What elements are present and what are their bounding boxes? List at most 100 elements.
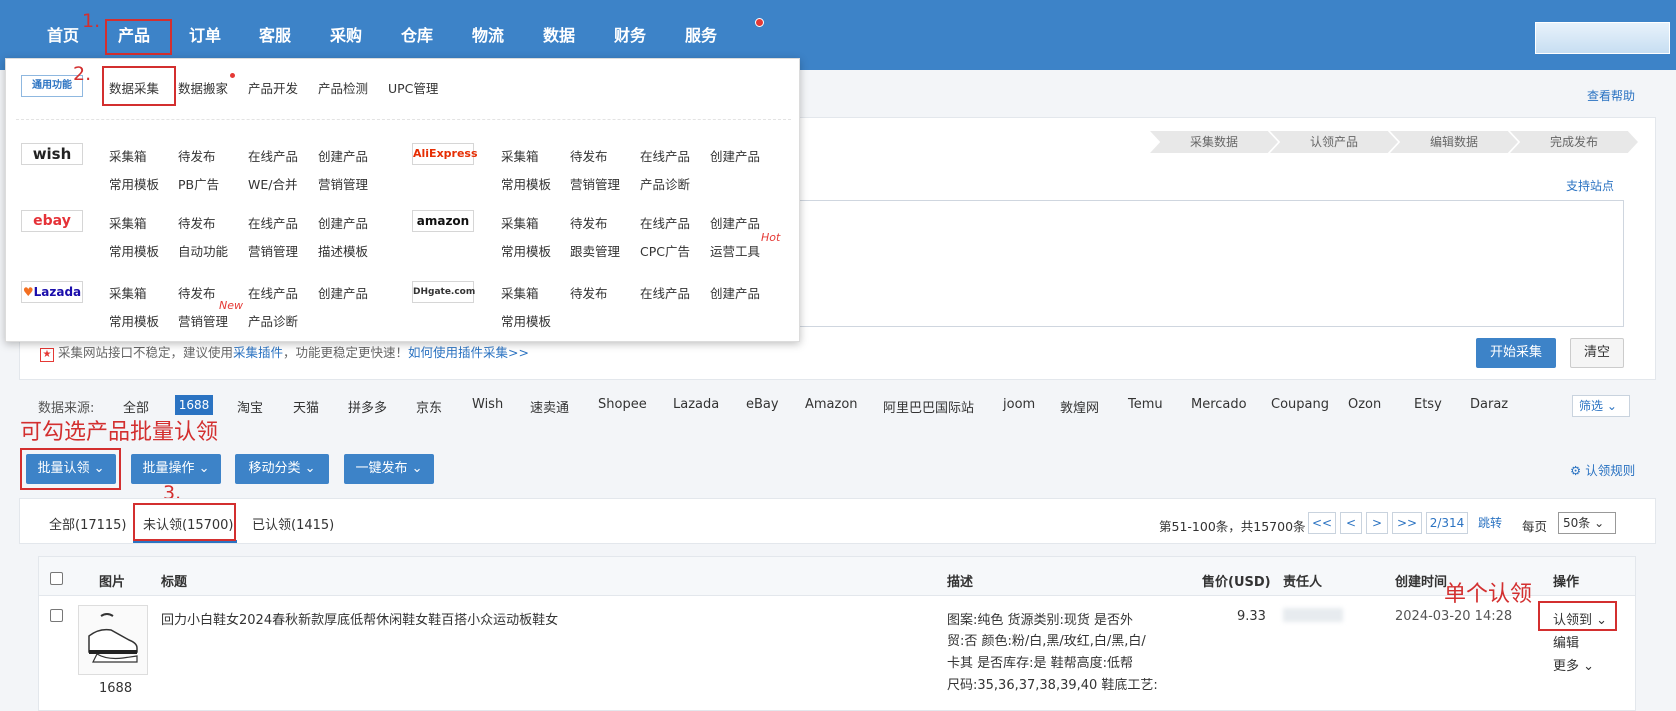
lazada-templates[interactable]: 常用模板 [109, 311, 159, 330]
menu-product-check[interactable]: 产品检测 [318, 78, 368, 97]
move-category-button[interactable]: 移动分类 ⌄ [235, 454, 329, 484]
amazon-follow-sell[interactable]: 跟卖管理 [570, 241, 620, 260]
menu-data-move[interactable]: 数据搬家 [178, 78, 228, 97]
filter-dropdown[interactable]: 筛选 ⌄ [1572, 395, 1630, 417]
source-wish[interactable]: Wish [472, 397, 503, 412]
pager-next-button[interactable]: > [1366, 512, 1388, 534]
tab-claimed[interactable]: 已认领(1415) [252, 514, 334, 533]
row-checkbox[interactable] [50, 609, 63, 622]
nav-home[interactable]: 首页 [47, 22, 79, 46]
source-daraz[interactable]: Daraz [1470, 397, 1508, 412]
product-title[interactable]: 回力小白鞋女2024春秋新款厚底低帮休闲鞋女鞋百搭小众运动板鞋女 [161, 609, 558, 628]
wish-pb-ads[interactable]: PB广告 [178, 174, 219, 193]
amazon-online[interactable]: 在线产品 [640, 213, 690, 232]
user-account-box[interactable] [1535, 22, 1670, 54]
lazada-pending[interactable]: 待发布 [178, 283, 216, 302]
menu-upc-manage[interactable]: UPC管理 [388, 78, 438, 97]
source-1688[interactable]: 1688 [175, 395, 213, 415]
source-etsy[interactable]: Etsy [1414, 397, 1442, 412]
wish-templates[interactable]: 常用模板 [109, 174, 159, 193]
nav-service[interactable]: 客服 [259, 22, 291, 46]
source-taobao[interactable]: 淘宝 [237, 397, 263, 416]
dhgate-collect-box[interactable]: 采集箱 [501, 283, 539, 302]
lazada-online[interactable]: 在线产品 [248, 283, 298, 302]
nav-services[interactable]: 服务 [685, 22, 717, 46]
source-pinduoduo[interactable]: 拼多多 [348, 397, 387, 416]
ebay-auto[interactable]: 自动功能 [178, 241, 228, 260]
ali-templates[interactable]: 常用模板 [501, 174, 551, 193]
nav-finance[interactable]: 财务 [614, 22, 646, 46]
ebay-create[interactable]: 创建产品 [318, 213, 368, 232]
dhgate-online[interactable]: 在线产品 [640, 283, 690, 302]
menu-product-dev[interactable]: 产品开发 [248, 78, 298, 97]
wish-collect-box[interactable]: 采集箱 [109, 146, 147, 165]
source-ebay[interactable]: eBay [746, 397, 779, 412]
amazon-create[interactable]: 创建产品 [710, 213, 760, 232]
source-lazada[interactable]: Lazada [673, 397, 719, 412]
ebay-online[interactable]: 在线产品 [248, 213, 298, 232]
nav-purchase[interactable]: 采购 [330, 22, 362, 46]
ebay-marketing[interactable]: 营销管理 [248, 241, 298, 260]
source-temu[interactable]: Temu [1128, 397, 1163, 412]
nav-logistics[interactable]: 物流 [472, 22, 504, 46]
ali-marketing[interactable]: 营销管理 [570, 174, 620, 193]
pager-page-input[interactable]: 2/314 [1426, 512, 1468, 534]
pager-jump-button[interactable]: 跳转 [1472, 512, 1508, 534]
lazada-collect-box[interactable]: 采集箱 [109, 283, 147, 302]
lazada-diagnosis[interactable]: 产品诊断 [248, 311, 298, 330]
lazada-marketing[interactable]: 营销管理 [178, 311, 228, 330]
product-thumbnail[interactable] [78, 605, 148, 675]
batch-ops-button[interactable]: 批量操作 ⌄ [131, 454, 221, 484]
nav-orders[interactable]: 订单 [189, 22, 221, 46]
howto-link[interactable]: 如何使用插件采集>> [408, 345, 529, 360]
dhgate-templates[interactable]: 常用模板 [501, 311, 551, 330]
ali-pending[interactable]: 待发布 [570, 146, 608, 165]
claim-rules-link[interactable]: ⚙ 认领规则 [1570, 460, 1635, 479]
wish-marketing[interactable]: 营销管理 [318, 174, 368, 193]
nav-data[interactable]: 数据 [543, 22, 575, 46]
select-all-checkbox[interactable] [50, 572, 63, 585]
source-dhgate[interactable]: 敦煌网 [1060, 397, 1099, 416]
source-amazon[interactable]: Amazon [805, 397, 858, 412]
clear-button[interactable]: 清空 [1570, 338, 1624, 368]
plugin-link[interactable]: 采集插件 [233, 345, 283, 360]
wish-create[interactable]: 创建产品 [318, 146, 368, 165]
ali-create[interactable]: 创建产品 [710, 146, 760, 165]
source-joom[interactable]: joom [1003, 397, 1035, 412]
amazon-cpc[interactable]: CPC广告 [640, 241, 690, 260]
source-jd[interactable]: 京东 [416, 397, 442, 416]
amazon-templates[interactable]: 常用模板 [501, 241, 551, 260]
source-aliexpress[interactable]: 速卖通 [530, 397, 569, 416]
per-page-select[interactable]: 50条 ⌄ [1558, 512, 1616, 534]
dhgate-create[interactable]: 创建产品 [710, 283, 760, 302]
source-mercado[interactable]: Mercado [1191, 397, 1247, 412]
source-shopee[interactable]: Shopee [598, 397, 647, 412]
one-click-publish-button[interactable]: 一键发布 ⌄ [344, 454, 434, 484]
wish-we-merge[interactable]: WE/合并 [248, 174, 297, 193]
pager-last-button[interactable]: >> [1392, 512, 1422, 534]
amazon-collect-box[interactable]: 采集箱 [501, 213, 539, 232]
pager-first-button[interactable]: << [1308, 512, 1336, 534]
source-alibaba[interactable]: 阿里巴巴国际站 [883, 397, 974, 416]
source-tmall[interactable]: 天猫 [293, 397, 319, 416]
edit-link[interactable]: 编辑 [1553, 632, 1579, 651]
ebay-templates[interactable]: 常用模板 [109, 241, 159, 260]
tab-all[interactable]: 全部(17115) [49, 514, 127, 533]
ali-collect-box[interactable]: 采集箱 [501, 146, 539, 165]
ali-diagnosis[interactable]: 产品诊断 [640, 174, 690, 193]
amazon-ops-tools[interactable]: 运营工具 [710, 241, 760, 260]
wish-online[interactable]: 在线产品 [248, 146, 298, 165]
dhgate-pending[interactable]: 待发布 [570, 283, 608, 302]
pager-prev-button[interactable]: < [1340, 512, 1362, 534]
nav-warehouse[interactable]: 仓库 [401, 22, 433, 46]
more-link[interactable]: 更多 ⌄ [1553, 655, 1594, 674]
support-sites-link[interactable]: 支持站点 [1566, 177, 1614, 194]
lazada-create[interactable]: 创建产品 [318, 283, 368, 302]
ebay-desc-templates[interactable]: 描述模板 [318, 241, 368, 260]
ali-online[interactable]: 在线产品 [640, 146, 690, 165]
source-ozon[interactable]: Ozon [1348, 397, 1381, 412]
wish-pending[interactable]: 待发布 [178, 146, 216, 165]
ebay-pending[interactable]: 待发布 [178, 213, 216, 232]
help-link[interactable]: 查看帮助 [1587, 87, 1635, 104]
source-coupang[interactable]: Coupang [1271, 397, 1329, 412]
